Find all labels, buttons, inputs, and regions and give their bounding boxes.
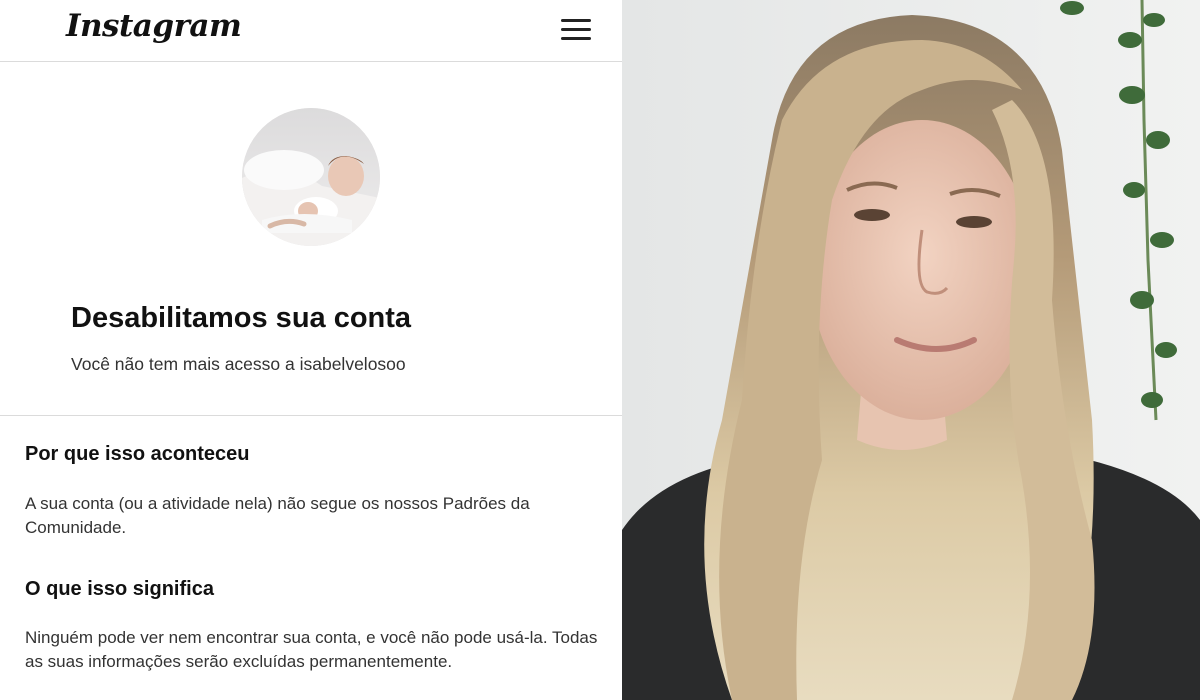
section-heading-why: Por que isso aconteceu <box>25 443 250 465</box>
section-divider <box>0 415 622 416</box>
instagram-screen: Instagram Desabilitamos sua conta Você n… <box>0 0 622 700</box>
profile-avatar <box>242 108 380 246</box>
section-body-why: A sua conta (ou a atividade nela) não se… <box>25 494 530 537</box>
selfie-photo <box>622 0 1200 700</box>
top-navigation-bar: Instagram <box>0 0 622 62</box>
hamburger-menu-icon[interactable] <box>558 14 594 46</box>
account-status-text: Você não tem mais acesso a isabelvelosoo <box>71 354 406 374</box>
instagram-logo[interactable]: Instagram <box>66 8 242 44</box>
page-title: Desabilitamos sua conta <box>71 302 412 334</box>
section-body-meaning: Ninguém pode ver nem encontrar sua conta… <box>25 628 598 671</box>
section-heading-meaning: O que isso significa <box>25 578 214 600</box>
